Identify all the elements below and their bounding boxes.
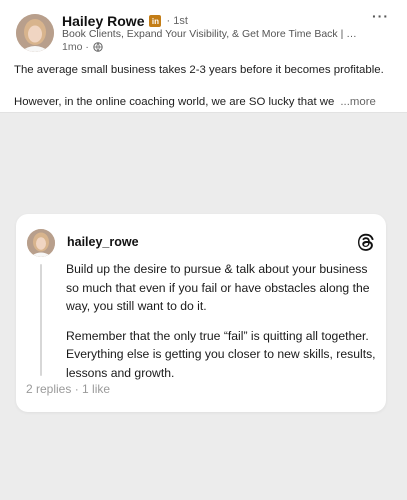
author-name[interactable]: Hailey Rowe	[62, 13, 144, 29]
avatar-image	[16, 14, 54, 52]
author-avatar[interactable]	[16, 14, 54, 52]
post-text: The average small business takes 2-3 yea…	[14, 62, 399, 110]
post-time: 1mo ·	[62, 41, 89, 53]
threads-logo-icon[interactable]	[356, 232, 376, 252]
thread-paragraph: Build up the desire to pursue & talk abo…	[66, 262, 370, 313]
globe-icon	[93, 42, 103, 52]
post-time-line: 1mo ·	[62, 41, 103, 53]
thread-connector-line	[40, 264, 42, 376]
linkedin-badge-icon: in	[149, 15, 162, 27]
thread-username[interactable]: hailey_rowe	[67, 235, 139, 249]
more-options-icon[interactable]: ···	[372, 8, 389, 24]
linkedin-post-header: Hailey Rowe in · 1st Book Clients, Expan…	[0, 0, 407, 113]
post-text-paragraph: However, in the online coaching world, w…	[14, 94, 399, 110]
thread-avatar-image	[27, 229, 55, 257]
thread-stats[interactable]: 2 replies · 1 like	[26, 382, 110, 396]
thread-body: Build up the desire to pursue & talk abo…	[66, 260, 376, 382]
see-more-link[interactable]: ...more	[340, 96, 375, 108]
threads-post-card: hailey_rowe Build up the desire to pursu…	[16, 214, 386, 412]
connection-degree: · 1st	[166, 15, 188, 27]
thread-avatar[interactable]	[27, 229, 55, 257]
post-text-paragraph: The average small business takes 2-3 yea…	[14, 64, 384, 76]
author-headline: Book Clients, Expand Your Visibility, & …	[62, 28, 362, 40]
thread-paragraph: Remember that the only true “fail” is qu…	[66, 328, 376, 380]
post-text-truncated: However, in the online coaching world, w…	[14, 96, 335, 108]
